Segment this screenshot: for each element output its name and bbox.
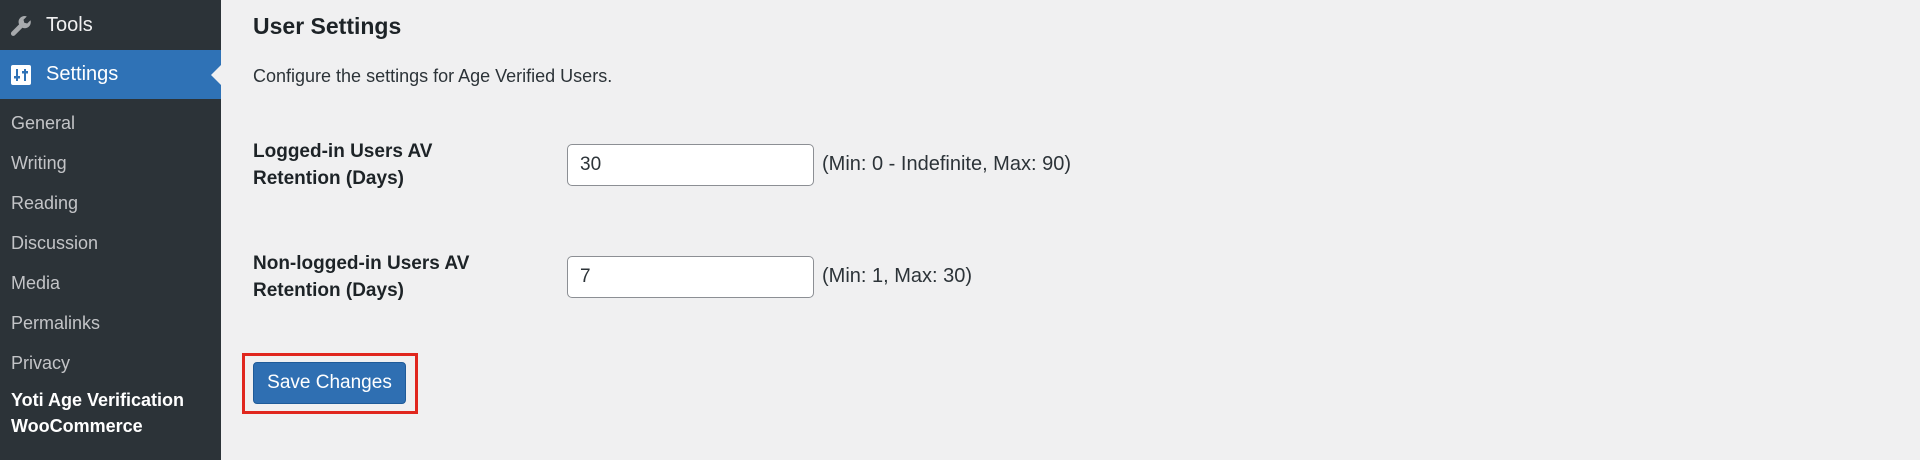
logged-in-retention-hint: (Min: 0 - Indefinite, Max: 90) <box>822 153 1071 175</box>
non-logged-in-retention-label: Non-logged-in Users AV Retention (Days) <box>253 253 470 301</box>
submenu-item-media[interactable]: Media <box>0 263 221 303</box>
menu-item-settings[interactable]: Settings <box>0 50 221 99</box>
submenu-item-writing[interactable]: Writing <box>0 143 221 183</box>
settings-description: Configure the settings for Age Verified … <box>253 66 613 86</box>
menu-item-tools[interactable]: Tools <box>0 1 221 50</box>
submenu-item-general[interactable]: General <box>0 103 221 143</box>
menu-label-settings: Settings <box>46 63 119 85</box>
submenu-item-yoti-age-verification[interactable]: Yoti Age Verification WooCommerce <box>0 383 221 439</box>
settings-main: User Settings Configure the settings for… <box>221 0 1920 460</box>
settings-sliders-icon <box>8 62 34 88</box>
submenu-item-discussion[interactable]: Discussion <box>0 223 221 263</box>
settings-submenu: General Writing Reading Discussion Media… <box>0 103 221 439</box>
submenu-item-permalinks[interactable]: Permalinks <box>0 303 221 343</box>
save-changes-button[interactable]: Save Changes <box>253 362 406 404</box>
page-title: User Settings <box>253 13 402 39</box>
logged-in-retention-input[interactable] <box>567 144 814 186</box>
logged-in-retention-label: Logged-in Users AV Retention (Days) <box>253 141 433 189</box>
non-logged-in-retention-hint: (Min: 1, Max: 30) <box>822 265 973 287</box>
menu-label-tools: Tools <box>46 14 93 36</box>
admin-sidebar: Tools Settings General Writing Reading D… <box>0 0 221 460</box>
non-logged-in-retention-input[interactable] <box>567 256 814 298</box>
wrench-icon <box>8 13 34 39</box>
submenu-item-privacy[interactable]: Privacy <box>0 343 221 383</box>
submenu-item-reading[interactable]: Reading <box>0 183 221 223</box>
